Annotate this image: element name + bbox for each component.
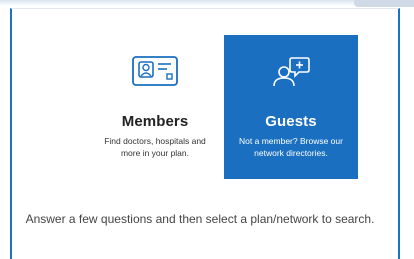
top-tab bbox=[354, 0, 414, 7]
members-description: Find doctors, hospitals and more in your… bbox=[104, 136, 206, 158]
page: Members Find doctors, hospitals and more… bbox=[0, 0, 414, 259]
member-id-card-icon bbox=[88, 53, 222, 89]
guests-title: Guests bbox=[265, 113, 317, 130]
members-title: Members bbox=[121, 113, 189, 130]
top-edge bbox=[0, 0, 414, 6]
guests-card[interactable]: Guests Not a member? Browse our network … bbox=[224, 35, 358, 179]
instructions-text: Answer a few questions and then select a… bbox=[25, 212, 375, 226]
guests-description: Not a member? Browse our network directo… bbox=[239, 136, 343, 158]
guest-chat-plus-icon bbox=[224, 53, 358, 89]
members-card[interactable]: Members Find doctors, hospitals and more… bbox=[88, 35, 222, 179]
